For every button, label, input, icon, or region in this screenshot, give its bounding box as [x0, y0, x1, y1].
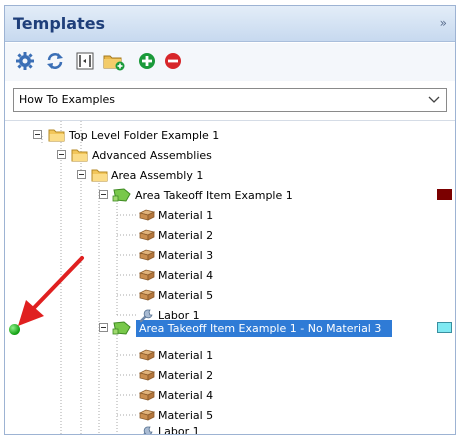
area-takeoff-icon	[112, 321, 131, 335]
wrench-icon	[143, 426, 153, 434]
fit-columns-icon	[76, 52, 94, 70]
tree-node-label[interactable]: Material 1	[158, 209, 213, 223]
color-swatch[interactable]	[437, 322, 452, 333]
collapse-toggle[interactable]	[99, 190, 108, 199]
tree-node-label-selected[interactable]: Area Takeoff Item Example 1 - No Materia…	[139, 322, 381, 336]
folder-icon	[71, 149, 88, 162]
collapse-toggle[interactable]	[57, 150, 66, 159]
folder-add-icon	[103, 55, 125, 71]
fit-columns-button[interactable]	[75, 51, 95, 71]
red-arrow-annotation	[18, 256, 84, 326]
tree-node-label[interactable]: Material 5	[158, 289, 213, 303]
tree-node-label[interactable]: Labor 1	[158, 425, 200, 434]
material-icon	[138, 409, 156, 421]
plus-circle-icon	[139, 53, 155, 69]
tree-node-label[interactable]: Material 2	[158, 369, 213, 383]
tree-node-label[interactable]: Top Level Folder Example 1	[69, 129, 219, 143]
chevron-down-icon	[428, 96, 440, 103]
material-icon	[138, 369, 156, 381]
collapse-toggle[interactable]	[77, 170, 86, 179]
refresh-button[interactable]	[45, 51, 65, 71]
remove-button[interactable]	[163, 51, 183, 71]
wrench-icon	[139, 309, 153, 323]
refresh-icon	[47, 53, 63, 69]
material-icon	[138, 349, 156, 361]
tree-node-label[interactable]: Material 1	[158, 349, 213, 363]
minus-circle-icon	[165, 53, 181, 69]
material-icon	[138, 269, 156, 281]
status-indicator-dot	[9, 324, 20, 335]
area-takeoff-icon	[112, 188, 131, 202]
toolbar	[5, 43, 455, 81]
tree-node-label[interactable]: Advanced Assemblies	[92, 149, 212, 163]
settings-button[interactable]	[15, 51, 35, 71]
folder-icon	[48, 129, 65, 142]
folder-icon	[91, 169, 108, 182]
panel-title: Templates	[13, 14, 106, 33]
material-icon	[138, 209, 156, 221]
tree-node-label[interactable]: Area Takeoff Item Example 1	[135, 189, 293, 203]
tree-node-label[interactable]: Material 5	[158, 409, 213, 423]
tree-node-label[interactable]: Material 3	[158, 249, 213, 263]
dropdown-value: How To Examples	[19, 93, 116, 106]
tree-node-label[interactable]: Area Assembly 1	[111, 169, 203, 183]
material-icon	[138, 289, 156, 301]
panel-header: Templates »	[5, 6, 455, 42]
templates-panel: Templates » How To Examples Top Level Fo…	[4, 5, 456, 435]
tree-node-label[interactable]: Material 4	[158, 389, 213, 403]
material-icon	[138, 389, 156, 401]
material-icon	[138, 249, 156, 261]
collapse-toggle[interactable]	[99, 323, 108, 332]
new-folder-button[interactable]	[103, 51, 125, 71]
tree-node-label[interactable]: Material 4	[158, 269, 213, 283]
tree-node-label[interactable]: Labor 1	[158, 309, 200, 323]
gear-icon	[16, 52, 34, 70]
collapse-toggle[interactable]	[33, 130, 42, 139]
tree-node-label[interactable]: Material 2	[158, 229, 213, 243]
collapse-panel-button[interactable]: »	[440, 16, 447, 30]
color-swatch[interactable]	[437, 189, 452, 200]
add-button[interactable]	[137, 51, 157, 71]
template-set-dropdown[interactable]: How To Examples	[13, 88, 447, 112]
material-icon	[138, 229, 156, 241]
